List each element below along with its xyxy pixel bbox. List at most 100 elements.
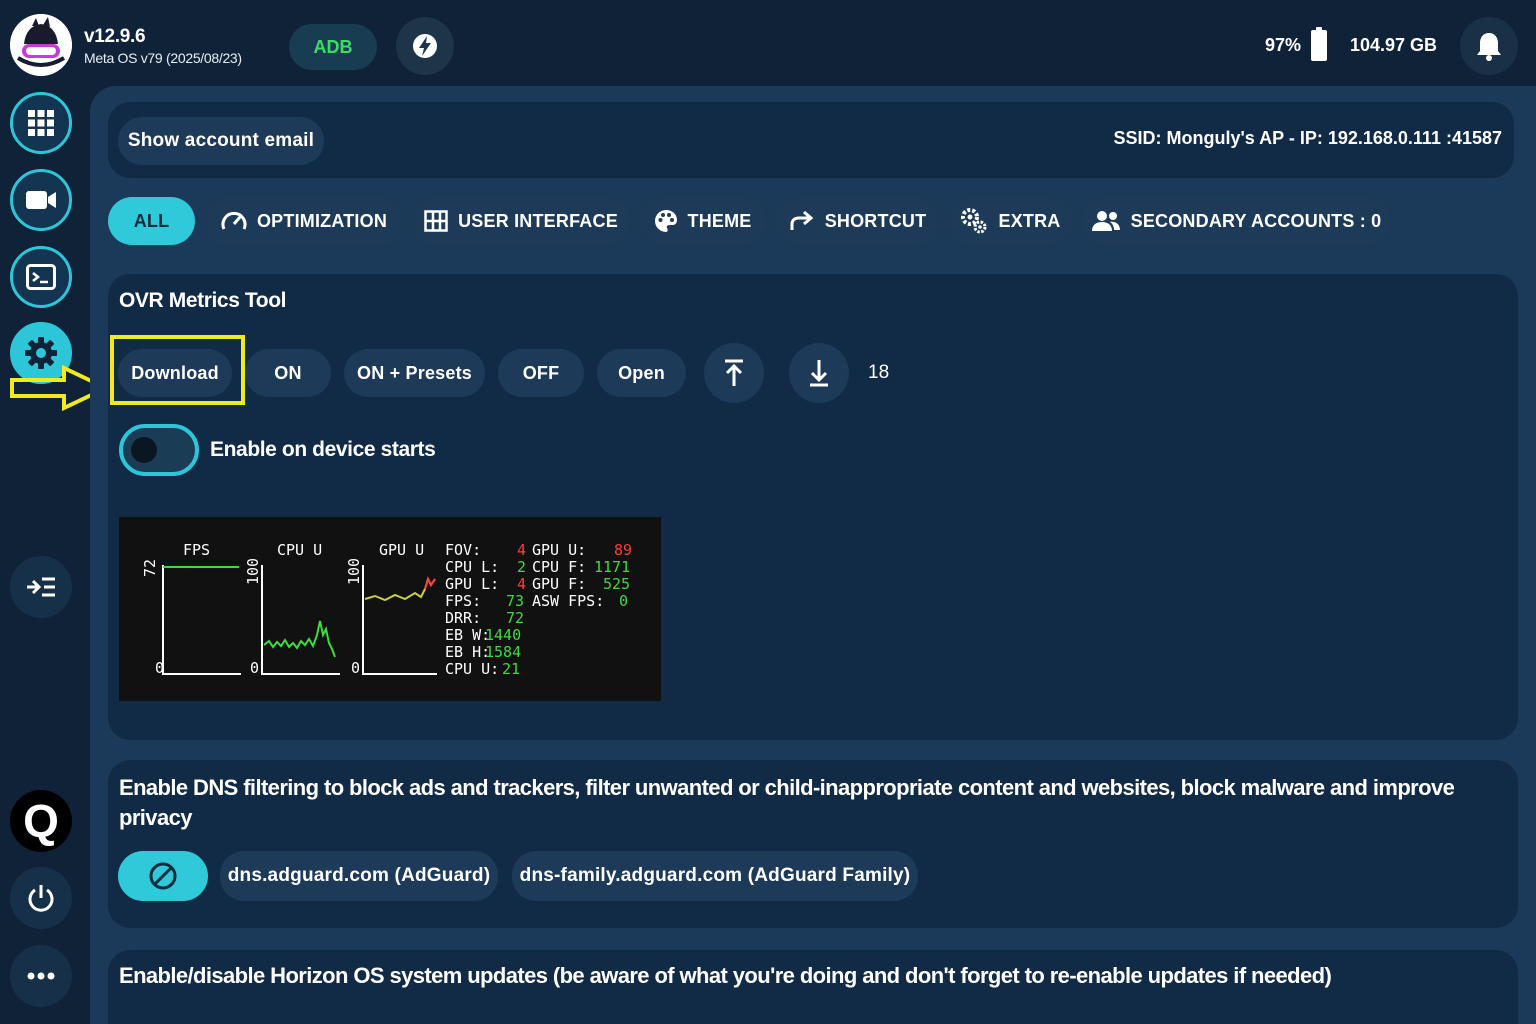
stat-label: EB H: [445,643,490,661]
stat-label: FPS: [445,592,481,610]
stat-label: FOV: [445,541,481,559]
stat-label: GPU L: [445,575,499,593]
ovr-section-title: OVR Metrics Tool [119,289,287,312]
stat-label: EB W: [445,626,490,644]
dns-disable-button[interactable] [118,851,208,901]
sidebar-more-button[interactable] [10,945,72,1007]
app-version: v12.9.6 [84,26,146,47]
tab-shortcut[interactable]: SHORTCUT [776,197,939,245]
tab-user-interface[interactable]: USER INTERFACE [413,197,629,245]
graph-line-cpu [263,620,336,658]
notifications-button[interactable] [1460,17,1518,75]
lightning-icon [413,34,437,58]
file-count: 18 [868,362,890,383]
metrics-stats: FOV: 4 CPU L: 2 GPU L: 4 FPS: 73 DRR: 72… [445,541,632,678]
graph-peak-gpu [424,576,436,590]
stat-value: 1171 [594,558,630,576]
on-presets-button[interactable]: ON + Presets [344,349,485,397]
graph-max-gpu: 100 [345,558,363,585]
stat-value: 0 [619,592,628,610]
tab-optimization[interactable]: OPTIMIZATION [205,197,403,245]
app-logo [10,14,72,76]
sidebar-apps-button[interactable] [10,92,72,154]
block-icon [149,862,177,890]
toggle-knob [131,437,157,463]
graph-max-cpu: 100 [244,558,262,585]
palette-icon [654,210,677,232]
stat-label: ASW FPS: [532,592,604,610]
download-button[interactable]: Download [118,349,232,397]
apps-grid-icon [28,110,54,136]
os-version: Meta OS v79 (2025/08/23) [84,50,242,66]
stat-label: CPU U: [445,660,499,678]
download-icon [810,360,828,387]
tab-theme[interactable]: THEME [639,197,766,245]
sidebar-video-button[interactable] [10,169,72,231]
battery-percent: 97% [1265,35,1302,55]
top-bar: v12.9.6 Meta OS v79 (2025/08/23) ADB 97%… [0,0,1536,86]
users-icon [1091,211,1120,231]
download-file-button[interactable] [789,343,849,403]
terminal-icon [26,264,56,290]
video-camera-icon [26,191,56,209]
stat-label: GPU F: [532,575,586,593]
stat-label: DRR: [445,609,481,627]
network-info: SSID: Monguly's AP - IP: 192.168.0.111 :… [1113,128,1502,148]
gears-icon [961,208,987,234]
graph-axis-gpu [362,565,437,675]
graph-line-gpu [364,576,436,602]
stat-value: 4 [517,541,526,559]
graph-min-cpu: 0 [250,659,259,677]
stat-value: 4 [517,575,526,593]
enable-on-start-label: Enable on device starts [210,438,436,461]
tab-all[interactable]: ALL [108,197,195,245]
on-button[interactable]: ON [245,349,331,397]
share-arrow-icon [790,211,814,230]
stat-value: 21 [502,660,520,678]
sidebar-collapse-button[interactable] [10,556,72,618]
tab-secondary-accounts[interactable]: SECONDARY ACCOUNTS : 0 [1082,197,1390,245]
collapse-menu-icon [27,577,55,597]
grid-icon [424,210,448,232]
battery-icon [1311,27,1327,61]
bell-icon [1477,33,1501,61]
graph-title-fps: FPS [183,541,210,559]
dns-adguard-button[interactable]: dns.adguard.com (AdGuard) [220,851,498,901]
graph-max-fps: 72 [141,559,159,577]
graph-title-cpu: CPU U [277,541,322,559]
graph-min-gpu: 0 [351,659,360,677]
ovr-metrics-preview: FPS 72 0 CPU U 100 0 GPU U 100 0 FOV: 4 … [119,517,661,701]
sidebar-terminal-button[interactable] [10,246,72,308]
stat-value: 525 [603,575,630,593]
storage-free: 104.97 GB [1350,35,1438,55]
off-button[interactable]: OFF [498,349,584,397]
quick-action-button[interactable] [396,17,454,75]
speedometer-icon [221,211,247,230]
stat-value: 73 [506,592,524,610]
dns-description: Enable DNS filtering to block ads and tr… [119,775,1455,830]
sidebar-power-button[interactable] [10,867,72,929]
stat-value: 2 [517,558,526,576]
stat-label: CPU L: [445,558,499,576]
stat-value: 1440 [485,626,521,644]
stat-value: 72 [506,609,524,627]
updates-description: Enable/disable Horizon OS system updates… [119,963,1332,988]
dns-adguard-family-button[interactable]: dns-family.adguard.com (AdGuard Family) [512,851,918,901]
stat-label: CPU F: [532,558,586,576]
upload-button[interactable] [704,343,764,403]
more-icon [27,972,55,980]
graph-title-gpu: GPU U [379,541,424,559]
adb-button[interactable]: ADB [289,24,377,70]
tab-extra[interactable]: EXTRA [949,197,1072,245]
open-button[interactable]: Open [597,349,686,397]
power-icon [28,885,54,912]
q-logo[interactable]: Q [10,790,72,852]
upload-icon [725,359,743,386]
graph-axis-fps [162,565,241,675]
stat-value: 89 [614,541,632,559]
graph-axis-cpu [261,565,340,675]
show-account-email-button[interactable]: Show account email [118,117,324,165]
stat-label: GPU U: [532,541,586,559]
stat-value: 1584 [485,643,521,661]
enable-on-start-toggle[interactable] [119,424,199,476]
